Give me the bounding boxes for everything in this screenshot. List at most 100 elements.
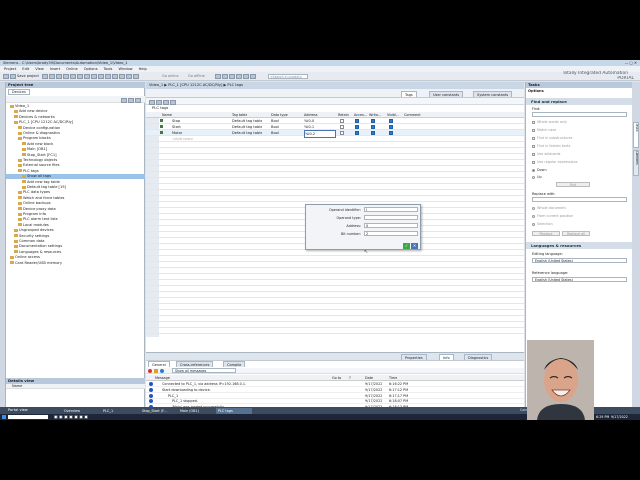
find-replace-section[interactable]: Find and replace <box>526 98 632 105</box>
tag-retain-checkbox[interactable] <box>340 119 344 123</box>
find-option-checkbox[interactable]: Use wildcards <box>532 152 560 157</box>
tree-item[interactable]: PLC alarm text lists <box>6 217 145 222</box>
tag-write-checkbox[interactable] <box>371 119 375 123</box>
popup-field-input[interactable] <box>364 215 418 220</box>
menu-item-tools[interactable]: Tools <box>104 67 113 71</box>
tag-write-checkbox[interactable] <box>371 125 375 129</box>
subtab-cross-references[interactable]: Cross-references <box>176 361 214 367</box>
toolbar-edit-icons[interactable] <box>42 74 140 79</box>
tree-item[interactable]: Online backups <box>6 201 145 206</box>
tree-item[interactable]: Program info <box>6 212 145 217</box>
scope-radio[interactable]: Whole document <box>532 206 566 211</box>
replace-button[interactable]: Replace <box>532 231 560 236</box>
subtab-general[interactable]: General <box>148 361 170 367</box>
direction-radio[interactable]: Up <box>532 175 542 180</box>
tag-retain-checkbox[interactable] <box>340 131 344 135</box>
tree-item[interactable]: Video_1 <box>6 104 145 109</box>
scope-radio[interactable]: Selection <box>532 222 553 227</box>
checkbox-box[interactable] <box>532 120 535 124</box>
menu-item-help[interactable]: Help <box>139 67 147 71</box>
tree-item[interactable]: Device configuration <box>6 126 145 131</box>
tree-item[interactable]: Watch and force tables <box>6 196 145 201</box>
checkbox-box[interactable] <box>532 144 535 148</box>
radio-circle[interactable] <box>532 206 535 210</box>
menu-item-window[interactable]: Window <box>118 67 132 71</box>
tag-toolbar-icons[interactable] <box>149 99 177 105</box>
find-option-checkbox[interactable]: Find in substructures <box>532 136 572 141</box>
menu-item-online[interactable]: Online <box>66 67 78 71</box>
radio-circle[interactable] <box>532 214 535 218</box>
tree-item[interactable]: Main [OB1] <box>6 147 145 152</box>
find-input[interactable] <box>532 112 627 117</box>
tree-item[interactable]: Ungrouped devices <box>6 228 145 233</box>
tree-item[interactable]: Devices & networks <box>6 115 145 120</box>
checkbox-box[interactable] <box>532 152 535 156</box>
windows-start-icon[interactable] <box>2 415 6 419</box>
tree-item[interactable]: Program blocks <box>6 136 145 141</box>
tab-user-constants[interactable]: User constants <box>429 91 464 97</box>
popup-field-input[interactable]: I <box>364 207 418 212</box>
tree-item[interactable]: Stop_Start [FC1] <box>6 153 145 158</box>
popup-field-input[interactable]: 0 <box>364 223 418 228</box>
tree-toolbar-icons[interactable] <box>121 97 142 103</box>
tree-item[interactable]: Online & diagnostics <box>6 131 145 136</box>
tab-tags[interactable]: Tags <box>401 91 417 97</box>
tree-item[interactable]: PLC tags <box>6 169 145 174</box>
replace-input[interactable] <box>532 197 627 202</box>
search-project-input[interactable]: <Search in project> <box>268 74 308 79</box>
tree-item[interactable]: Documentation settings <box>6 244 145 249</box>
tree-item[interactable]: PLC data types <box>6 190 145 195</box>
replace-all-button[interactable]: Replace all <box>562 231 590 236</box>
confirm-check-icon[interactable]: ✓ <box>403 243 410 249</box>
info-filter-icon[interactable] <box>160 369 164 373</box>
tag-access-checkbox[interactable] <box>355 119 359 123</box>
menu-item-view[interactable]: View <box>35 67 44 71</box>
tag-access-checkbox[interactable] <box>355 125 359 129</box>
go-online-button[interactable]: Go online <box>162 74 179 78</box>
warning-filter-icon[interactable] <box>154 369 158 373</box>
find-option-checkbox[interactable]: Whole words only <box>532 120 567 125</box>
languages-resources-section[interactable]: Languages & resources <box>526 242 632 249</box>
tag-visible-checkbox[interactable] <box>389 125 393 129</box>
tree-item[interactable]: Technology objects <box>6 158 145 163</box>
taskbar-search-box[interactable] <box>8 415 48 419</box>
message-filter-select[interactable]: Show all messages <box>172 368 236 373</box>
toolbar-icons[interactable] <box>3 74 17 79</box>
tag-visible-checkbox[interactable] <box>389 119 393 123</box>
tree-item[interactable]: Add new tag table <box>6 180 145 185</box>
tag-visible-checkbox[interactable] <box>389 131 393 135</box>
direction-radio[interactable]: Down <box>532 168 547 173</box>
subtab-compile[interactable]: Compile <box>223 361 246 367</box>
popup-field-input[interactable]: 2 <box>364 231 418 236</box>
tag-access-checkbox[interactable] <box>355 131 359 135</box>
editing-language-select[interactable]: English (United States) <box>532 258 627 263</box>
radio-circle[interactable] <box>532 168 535 172</box>
tree-item[interactable]: Default tag table [19] <box>6 185 145 190</box>
find-button[interactable]: Find <box>556 182 590 187</box>
menu-item-insert[interactable]: Insert <box>50 67 60 71</box>
reference-language-select[interactable]: English (United States) <box>532 277 627 282</box>
menu-item-project[interactable]: Project <box>4 67 16 71</box>
go-offline-button[interactable]: Go offline <box>188 74 205 78</box>
tree-item[interactable]: Local modules <box>6 223 145 228</box>
side-tab-libraries[interactable]: Libraries <box>633 150 639 176</box>
tree-item[interactable]: Languages & resources <box>6 250 145 255</box>
find-option-checkbox[interactable]: Use regular expressions <box>532 160 578 165</box>
side-tab-tasks[interactable]: Tasks <box>633 122 639 148</box>
scope-radio[interactable]: From current position <box>532 214 573 219</box>
tree-item[interactable]: PLC_1 [CPU 1212C AC/DC/Rly] <box>6 120 145 125</box>
menu-item-options[interactable]: Options <box>84 67 98 71</box>
devices-tab[interactable]: Devices <box>8 89 30 95</box>
portal-view-button[interactable]: Portal view <box>8 407 28 414</box>
menu-item-edit[interactable]: Edit <box>22 67 29 71</box>
find-option-checkbox[interactable]: Match case <box>532 128 556 133</box>
tree-item[interactable]: Show all tags <box>6 174 145 180</box>
toolbar-tools-icons[interactable] <box>215 74 257 79</box>
cancel-x-icon[interactable]: ✕ <box>411 243 418 249</box>
tree-item[interactable]: Online access <box>6 255 145 260</box>
save-project-button[interactable]: Save project <box>17 74 39 78</box>
checkbox-box[interactable] <box>532 160 535 164</box>
tab-system-constants[interactable]: System constants <box>473 91 513 97</box>
tree-item[interactable]: Common data <box>6 239 145 244</box>
tree-item[interactable]: External source files <box>6 163 145 168</box>
